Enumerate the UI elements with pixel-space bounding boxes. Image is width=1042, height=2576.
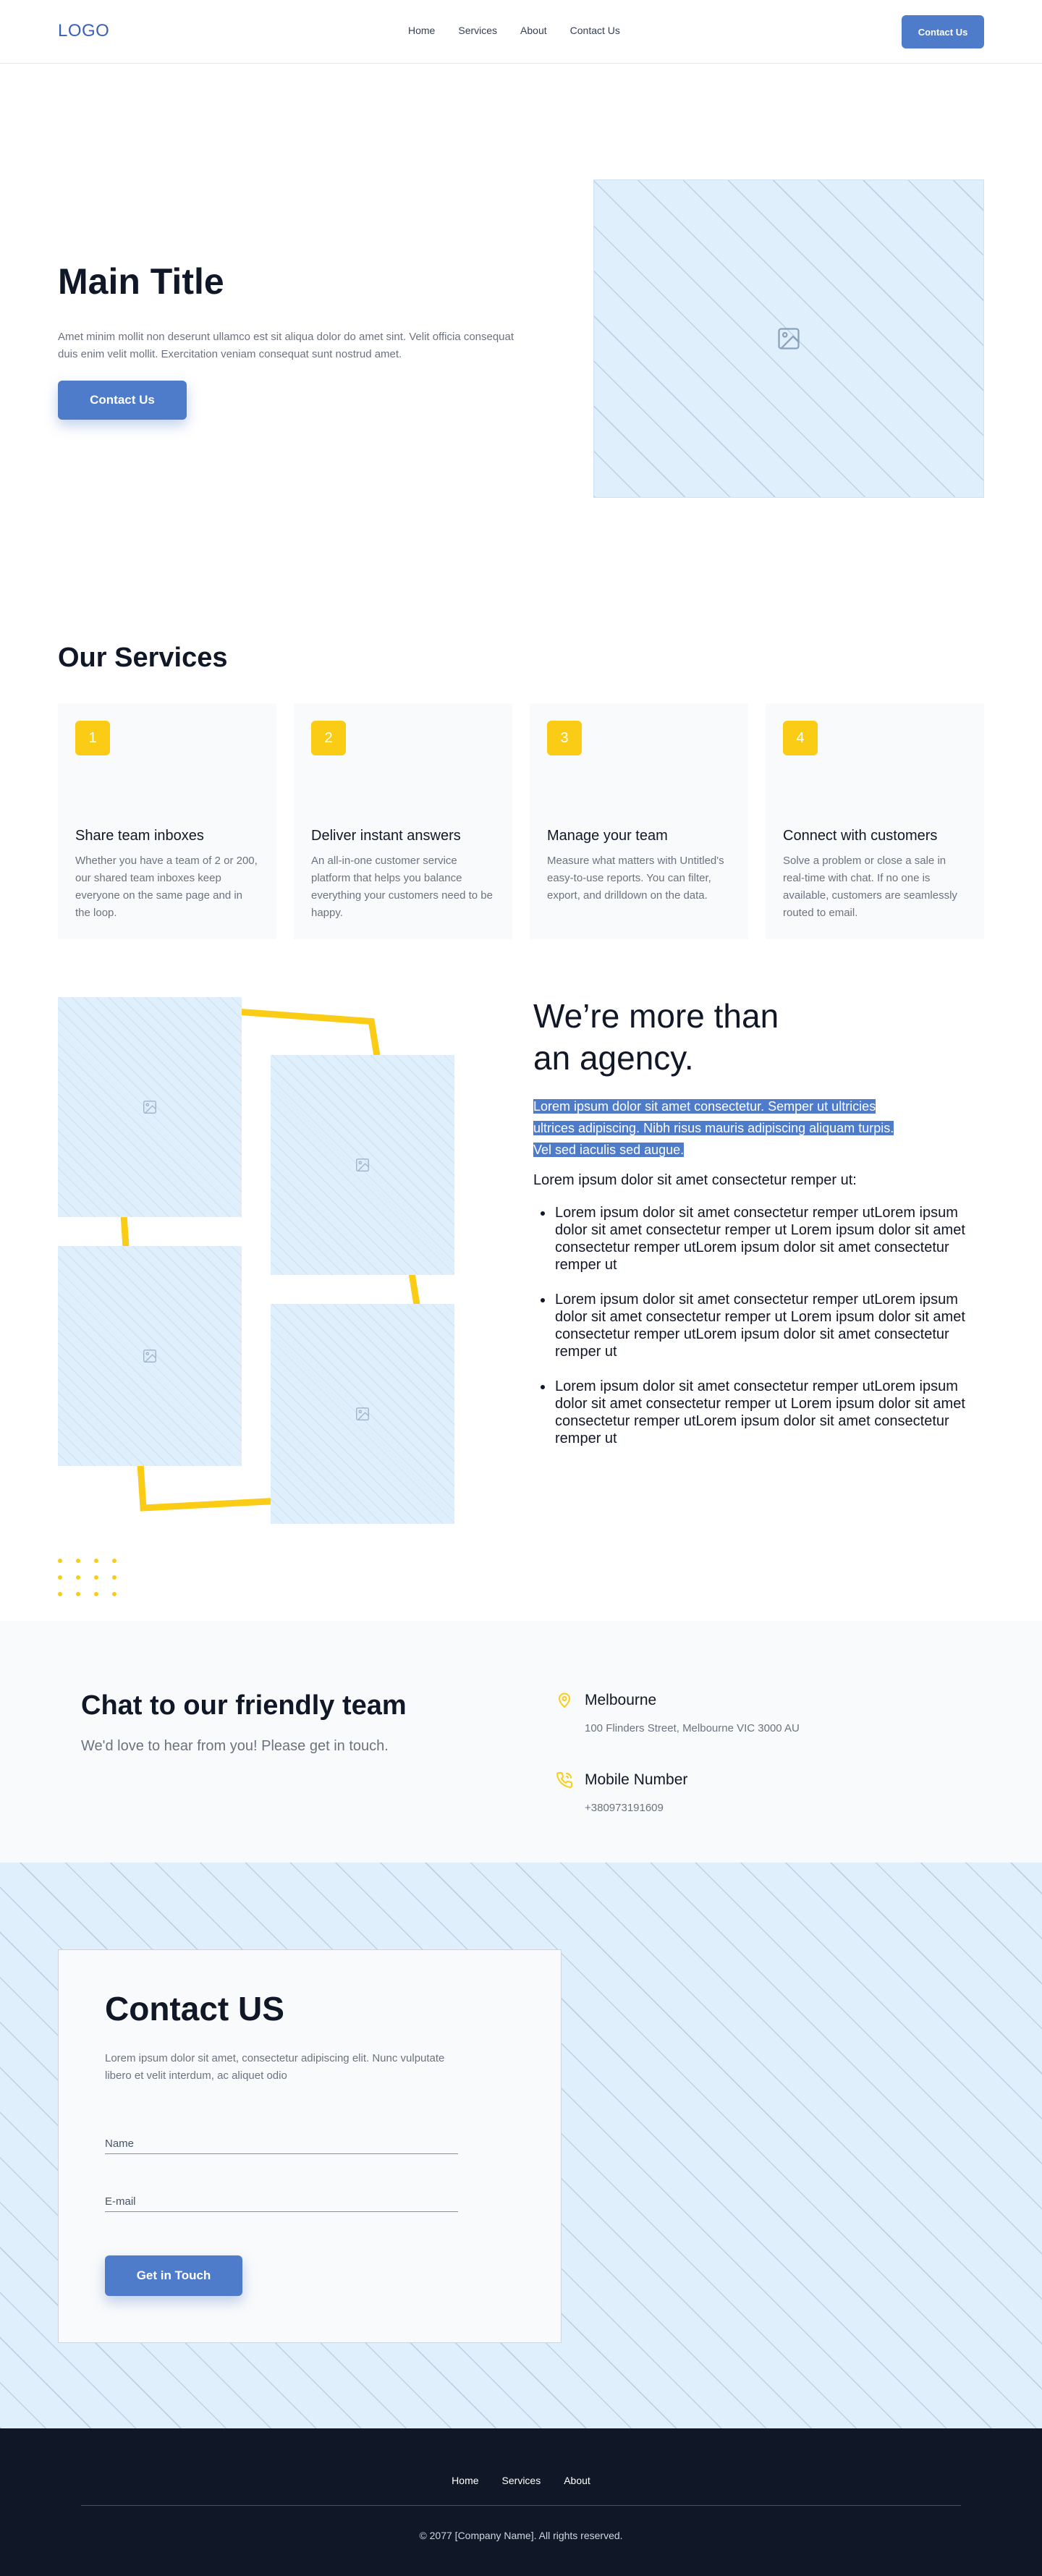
agency-title-line: an agency. — [533, 1039, 694, 1077]
hero-image-placeholder — [593, 179, 984, 498]
selected-text-line[interactable]: Lorem ipsum dolor sit amet consectetur. … — [533, 1099, 876, 1114]
hero-contact-button[interactable]: Contact Us — [58, 381, 187, 420]
phone-title: Mobile Number — [585, 1771, 688, 1788]
service-card-title: Deliver instant answers — [311, 828, 461, 844]
footer-links: Home Services About — [0, 2475, 1042, 2486]
nav-link-contact[interactable]: Contact Us — [570, 25, 620, 36]
footer-link-about[interactable]: About — [564, 2475, 590, 2486]
location-title: Melbourne — [585, 1692, 657, 1708]
agency-bullet-list: Lorem ipsum dolor sit amet consectetur r… — [533, 1204, 984, 1465]
service-card-text: An all-in-one customer service platform … — [311, 855, 493, 919]
nav-links: Home Services About Contact Us — [408, 25, 620, 36]
hero-title: Main Title — [58, 261, 224, 302]
service-card-title: Manage your team — [547, 828, 668, 844]
nav-contact-button[interactable]: Contact Us — [902, 15, 984, 48]
contact-form-card: Contact US Lorem ipsum dolor sit amet, c… — [58, 1949, 562, 2343]
footer: Home Services About © 2077 [Company Name… — [0, 2428, 1042, 2576]
image-icon — [143, 1101, 156, 1114]
service-number-badge: 2 — [311, 721, 346, 755]
chat-section: Chat to our friendly team We'd love to h… — [0, 1621, 1042, 1863]
service-number-badge: 4 — [783, 721, 818, 755]
agency-image-placeholder — [271, 1055, 454, 1275]
service-card: 2 Deliver instant answers An all-in-one … — [294, 703, 512, 939]
footer-link-home[interactable]: Home — [452, 2475, 478, 2486]
phone-number[interactable]: +380973191609 — [585, 1802, 664, 1814]
decorative-dot-grid — [58, 1559, 117, 1596]
bullet-item: Lorem ipsum dolor sit amet consectetur r… — [533, 1291, 984, 1360]
service-card-title: Share team inboxes — [75, 828, 204, 844]
hero-text: Amet minim mollit non deserunt ullamco e… — [58, 331, 514, 360]
service-card: 4 Connect with customers Solve a problem… — [766, 703, 984, 939]
contact-section: Contact US Lorem ipsum dolor sit amet, c… — [0, 1863, 1042, 2428]
bullet-item: Lorem ipsum dolor sit amet consectetur r… — [533, 1378, 984, 1447]
agency-subtitle: Lorem ipsum dolor sit amet consectetur r… — [533, 1172, 857, 1188]
nav-link-about[interactable]: About — [520, 25, 547, 36]
service-number-badge: 3 — [547, 721, 582, 755]
bullet-item: Lorem ipsum dolor sit amet consectetur r… — [533, 1204, 984, 1274]
selected-text-paragraph[interactable]: Lorem ipsum dolor sit amet consectetur. … — [533, 1096, 996, 1161]
nav-link-services[interactable]: Services — [458, 25, 497, 36]
image-icon — [778, 328, 800, 349]
nav-link-home[interactable]: Home — [408, 25, 435, 36]
services-title: Our Services — [58, 643, 228, 673]
service-number-badge: 1 — [75, 721, 110, 755]
logo[interactable]: LOGO — [58, 21, 109, 41]
service-card: 3 Manage your team Measure what matters … — [530, 703, 748, 939]
name-field[interactable] — [105, 2125, 458, 2154]
selected-text-line[interactable]: Vel sed iaculis sed augue. — [533, 1143, 685, 1157]
agency-title: We’re more than an agency. — [533, 995, 823, 1079]
email-field[interactable] — [105, 2183, 458, 2212]
service-card-text: Solve a problem or close a sale in real-… — [783, 855, 957, 919]
service-card-text: Whether you have a team of 2 or 200, our… — [75, 855, 258, 919]
agency-image-placeholder — [271, 1304, 454, 1524]
service-card: 1 Share team inboxes Whether you have a … — [58, 703, 276, 939]
image-icon — [356, 1158, 369, 1172]
location-address: 100 Flinders Street, Melbourne VIC 3000 … — [585, 1722, 800, 1734]
map-pin-icon — [559, 1692, 570, 1708]
service-cards: 1 Share team inboxes Whether you have a … — [58, 703, 984, 939]
get-in-touch-button[interactable]: Get in Touch — [105, 2255, 242, 2296]
contact-title: Contact US — [105, 1990, 284, 2028]
selected-text-line[interactable]: ultrices adipiscing. Nibh risus mauris a… — [533, 1121, 894, 1135]
service-card-title: Connect with customers — [783, 828, 938, 844]
service-card-text: Measure what matters with Untitled's eas… — [547, 855, 724, 902]
top-nav: LOGO Home Services About Contact Us Cont… — [0, 0, 1042, 64]
chat-subtitle: We'd love to hear from you! Please get i… — [81, 1738, 389, 1754]
agency-image-placeholder — [58, 997, 242, 1217]
chat-title: Chat to our friendly team — [81, 1690, 407, 1721]
contact-text: Lorem ipsum dolor sit amet, consectetur … — [105, 2052, 445, 2082]
footer-link-services[interactable]: Services — [502, 2475, 541, 2486]
agency-title-line: We’re more than — [533, 997, 779, 1035]
image-icon — [356, 1407, 369, 1420]
phone-icon — [556, 1771, 573, 1788]
image-icon — [143, 1350, 156, 1363]
copyright-text: © 2077 [Company Name]. All rights reserv… — [419, 2530, 623, 2541]
agency-image-placeholder — [58, 1246, 242, 1466]
footer-divider — [81, 2505, 961, 2506]
